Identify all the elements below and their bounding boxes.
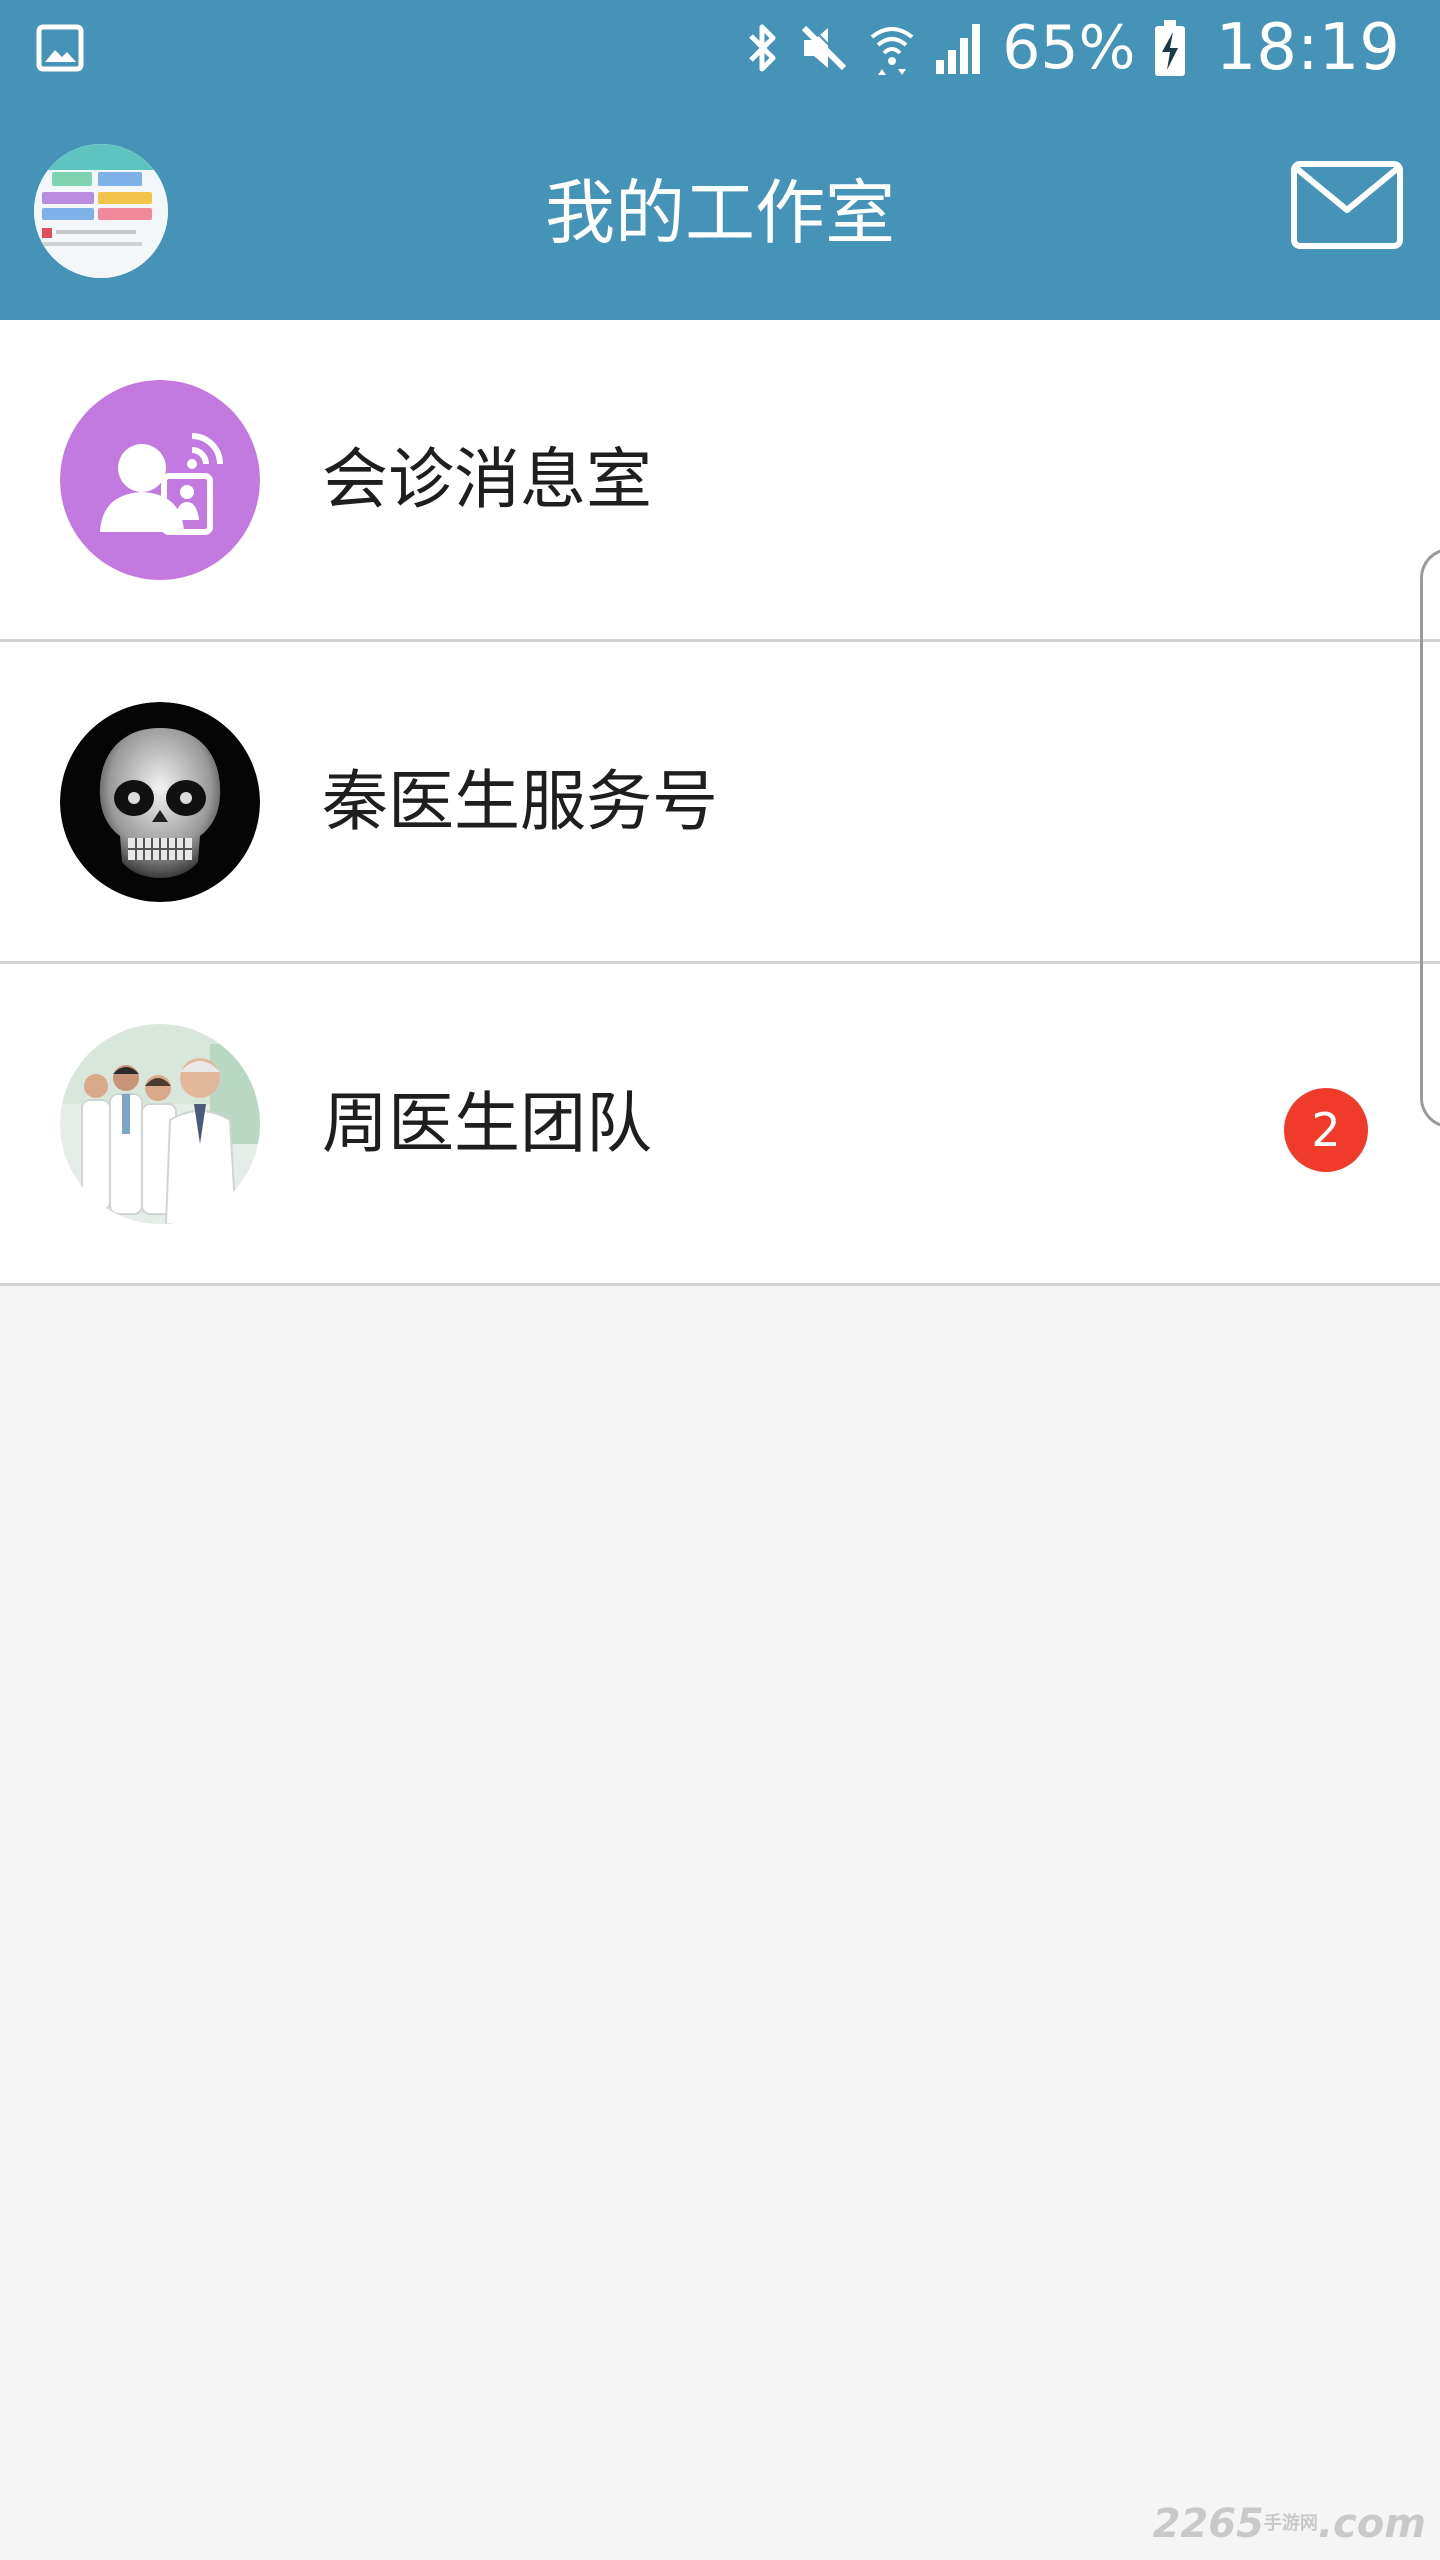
mute-icon: [802, 23, 849, 71]
edge-panel-handle[interactable]: [1420, 548, 1440, 1128]
bluetooth-icon: [749, 24, 776, 72]
list-item-dr-qin-service[interactable]: 秦医生服务号: [0, 642, 1440, 964]
watermark-domain: .com: [1317, 2501, 1426, 2547]
list-item-label: 周医生团队: [322, 1085, 652, 1162]
battery-percent: 65%: [1002, 13, 1136, 83]
doctors-team-photo: [60, 1024, 260, 1224]
watermark-logo: 2265手游网.com: [1153, 2502, 1426, 2546]
app-header: 65% 18:19 我的工作室: [0, 0, 1440, 320]
mail-icon: [1291, 161, 1403, 249]
mail-button[interactable]: [1290, 160, 1404, 250]
list-item-dr-zhou-team[interactable]: 周医生团队: [0, 964, 1440, 1286]
list-item-label: 秦医生服务号: [322, 763, 718, 840]
watermark-sub: 手游网: [1263, 2513, 1318, 2534]
consultation-icon: [60, 380, 260, 580]
gallery-icon: [36, 24, 84, 72]
status-bar: 65% 18:19: [0, 0, 1440, 96]
conversation-list: 会诊消息室 秦医生服务号 周医生团队: [0, 320, 1440, 1286]
wifi-icon: [870, 27, 914, 75]
list-item-consultation-room[interactable]: 会诊消息室: [0, 320, 1440, 642]
unread-count-badge: 2: [1284, 1088, 1368, 1172]
battery-charging-icon: [1154, 20, 1185, 76]
list-item-label: 会诊消息室: [322, 441, 652, 518]
clock: 18:19: [1215, 11, 1400, 85]
skull-avatar: [60, 702, 260, 902]
page-title: 我的工作室: [545, 172, 895, 254]
watermark-text: 2265: [1152, 2501, 1264, 2547]
status-icons: 65% 18:19: [746, 14, 1400, 82]
signal-icon: [936, 24, 981, 74]
